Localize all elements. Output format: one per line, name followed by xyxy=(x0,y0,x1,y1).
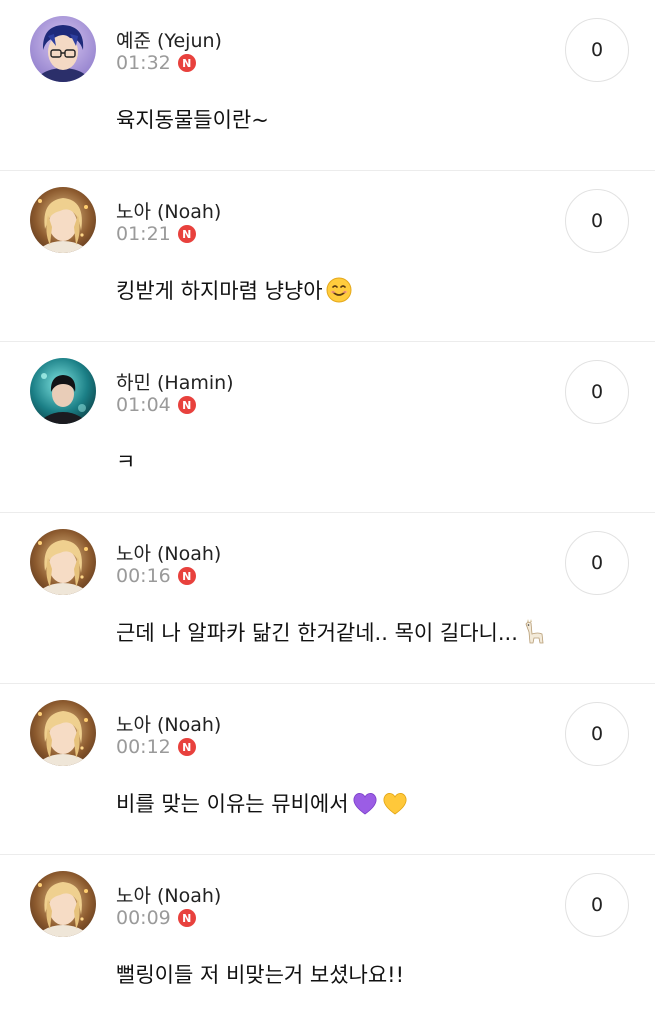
comment-text-body: ㅋ xyxy=(116,450,136,474)
like-button[interactable]: 0 xyxy=(565,189,629,253)
user-avatar[interactable] xyxy=(30,16,96,82)
comment-text: ㅋ xyxy=(116,446,135,476)
user-avatar[interactable] xyxy=(30,700,96,766)
blonde-hair-avatar-icon xyxy=(30,529,96,595)
like-button[interactable]: 0 xyxy=(565,360,629,424)
yellow-heart-emoji-icon xyxy=(381,789,409,817)
comment-meta: 00:09 N xyxy=(116,907,196,929)
dark-hair-teal-background-avatar-icon xyxy=(30,358,96,424)
comment-text: 육지동물들이란~ xyxy=(116,104,269,134)
new-badge: N xyxy=(177,396,196,414)
smiling-face-emoji-icon xyxy=(325,276,353,304)
comment-text-body: 뻘링이들 저 비맞는거 보셨나요!! xyxy=(116,963,405,987)
comment-item: 노아 (Noah) 00:16 N 0 근데 나 알파카 닮긴 한거같네.. 목… xyxy=(0,513,655,684)
comment-text-body: 육지동물들이란~ xyxy=(116,108,269,132)
comment-text-body: 비를 맞는 이유는 뮤비에서 xyxy=(116,792,349,816)
comment-item: 노아 (Noah) 01:21 N 0 킹받게 하지마렴 냥냥아 xyxy=(0,171,655,342)
comment-author[interactable]: 노아 (Noah) xyxy=(116,881,221,908)
blonde-hair-avatar-icon xyxy=(30,187,96,253)
comment-feed: 예준 (Yejun) 01:32 N 0 육지동물들이란~ 노아 (Noah) … xyxy=(0,0,655,1024)
comment-time: 01:21 xyxy=(116,223,171,245)
comment-author[interactable]: 노아 (Noah) xyxy=(116,197,221,224)
user-avatar[interactable] xyxy=(30,871,96,937)
comment-meta: 01:04 N xyxy=(116,394,196,416)
comment-author[interactable]: 노아 (Noah) xyxy=(116,710,221,737)
comment-text: 뻘링이들 저 비맞는거 보셨나요!! xyxy=(116,959,404,989)
like-button[interactable]: 0 xyxy=(565,702,629,766)
comment-time: 00:16 xyxy=(116,565,171,587)
blonde-hair-avatar-icon xyxy=(30,871,96,937)
user-avatar[interactable] xyxy=(30,529,96,595)
comment-meta: 01:21 N xyxy=(116,223,196,245)
comment-meta: 00:16 N xyxy=(116,565,196,587)
comment-text-body: 킹받게 하지마렴 냥냥아 xyxy=(116,279,323,303)
comment-item: 노아 (Noah) 00:09 N 0 뻘링이들 저 비맞는거 보셨나요!! xyxy=(0,855,655,1026)
comment-time: 00:09 xyxy=(116,907,171,929)
new-badge: N xyxy=(177,909,196,927)
comment-time: 01:32 xyxy=(116,52,171,74)
new-badge: N xyxy=(177,738,196,756)
user-avatar[interactable] xyxy=(30,358,96,424)
like-button[interactable]: 0 xyxy=(565,873,629,937)
purple-heart-emoji-icon xyxy=(351,789,379,817)
comment-author[interactable]: 예준 (Yejun) xyxy=(116,26,222,53)
comment-time: 00:12 xyxy=(116,736,171,758)
new-badge: N xyxy=(177,567,196,585)
user-avatar[interactable] xyxy=(30,187,96,253)
comment-text: 근데 나 알파카 닮긴 한거같네.. 목이 길다니... xyxy=(116,617,548,647)
comment-meta: 00:12 N xyxy=(116,736,196,758)
comment-author[interactable]: 하민 (Hamin) xyxy=(116,368,234,395)
new-badge: N xyxy=(177,225,196,243)
comment-author[interactable]: 노아 (Noah) xyxy=(116,539,221,566)
like-button[interactable]: 0 xyxy=(565,531,629,595)
blonde-hair-avatar-icon xyxy=(30,700,96,766)
comment-time: 01:04 xyxy=(116,394,171,416)
comment-text-body: 근데 나 알파카 닮긴 한거같네.. 목이 길다니... xyxy=(116,621,518,645)
comment-item: 하민 (Hamin) 01:04 N 0 ㅋ xyxy=(0,342,655,513)
like-button[interactable]: 0 xyxy=(565,18,629,82)
comment-item: 노아 (Noah) 00:12 N 0 비를 맞는 이유는 뮤비에서 xyxy=(0,684,655,855)
blue-hair-glasses-avatar-icon xyxy=(30,16,96,82)
comment-text: 비를 맞는 이유는 뮤비에서 xyxy=(116,788,409,818)
comment-text: 킹받게 하지마렴 냥냥아 xyxy=(116,275,353,305)
comment-item: 예준 (Yejun) 01:32 N 0 육지동물들이란~ xyxy=(0,0,655,171)
comment-meta: 01:32 N xyxy=(116,52,196,74)
new-badge: N xyxy=(177,54,196,72)
llama-emoji-icon xyxy=(520,618,548,646)
